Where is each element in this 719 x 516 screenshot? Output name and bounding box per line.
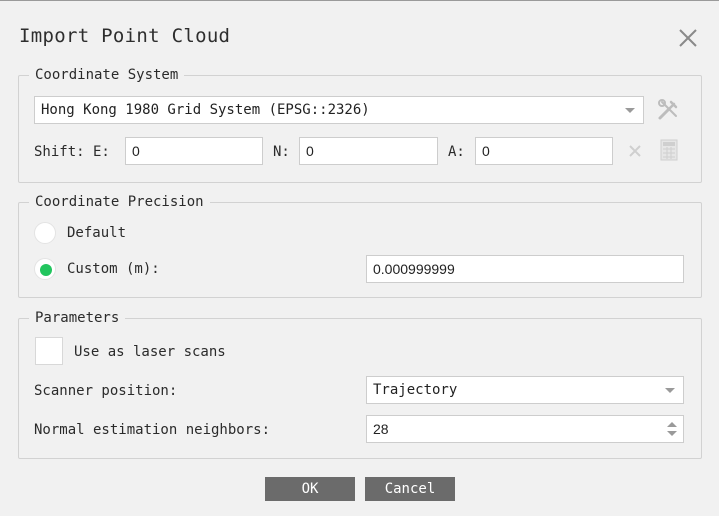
dropdown-arrow-icon (665, 388, 675, 393)
scanner-position-select[interactable]: Trajectory (366, 376, 684, 404)
use-laser-scans-checkbox[interactable] (35, 337, 63, 365)
clear-icon[interactable] (628, 144, 642, 158)
parameters-group: Parameters Use as laser scans Scanner po… (18, 310, 702, 459)
spin-arrows-icon[interactable] (667, 422, 677, 436)
coordinate-precision-group: Coordinate Precision Default Custom (m):… (18, 194, 702, 298)
custom-radio-label: Custom (m): (67, 261, 160, 277)
dialog-title: Import Point Cloud (19, 25, 231, 47)
shift-e-input[interactable]: 0 (125, 137, 263, 165)
normal-estimation-neighbors-spinbox[interactable]: 28 (366, 415, 684, 443)
coordinate-system-legend: Coordinate System (29, 67, 185, 83)
scanner-position-label: Scanner position: (34, 383, 178, 399)
coordinate-system-group: Coordinate System Hong Kong 1980 Grid Sy… (18, 67, 702, 183)
use-laser-scans-label: Use as laser scans (74, 344, 226, 360)
coordinate-system-select[interactable]: Hong Kong 1980 Grid System (EPSG::2326) (34, 96, 644, 124)
scanner-position-value: Trajectory (373, 382, 458, 398)
cancel-button[interactable]: Cancel (365, 477, 455, 501)
settings-tools-icon[interactable] (656, 98, 680, 122)
coordinate-system-value: Hong Kong 1980 Grid System (EPSG::2326) (41, 102, 370, 118)
shift-n-input[interactable]: 0 (299, 137, 438, 165)
calculator-icon[interactable] (660, 139, 678, 161)
shift-a-label: A: (448, 144, 465, 160)
shift-e-label: Shift: E: (34, 144, 110, 160)
dropdown-arrow-icon (625, 108, 635, 113)
coordinate-precision-legend: Coordinate Precision (29, 194, 210, 210)
shift-a-input[interactable]: 0 (475, 137, 613, 165)
default-radio-label: Default (67, 225, 127, 241)
import-point-cloud-dialog: Import Point Cloud Coordinate System Hon… (0, 0, 719, 516)
shift-n-label: N: (273, 144, 290, 160)
close-icon[interactable] (675, 25, 701, 51)
neighbors-value: 28 (373, 421, 389, 437)
normal-estimation-neighbors-label: Normal estimation neighbors: (34, 422, 271, 438)
default-radio[interactable] (34, 222, 56, 244)
custom-precision-input[interactable]: 0.000999999 (366, 255, 684, 283)
custom-radio[interactable] (34, 258, 56, 280)
ok-button[interactable]: OK (265, 477, 355, 501)
parameters-legend: Parameters (29, 310, 126, 326)
